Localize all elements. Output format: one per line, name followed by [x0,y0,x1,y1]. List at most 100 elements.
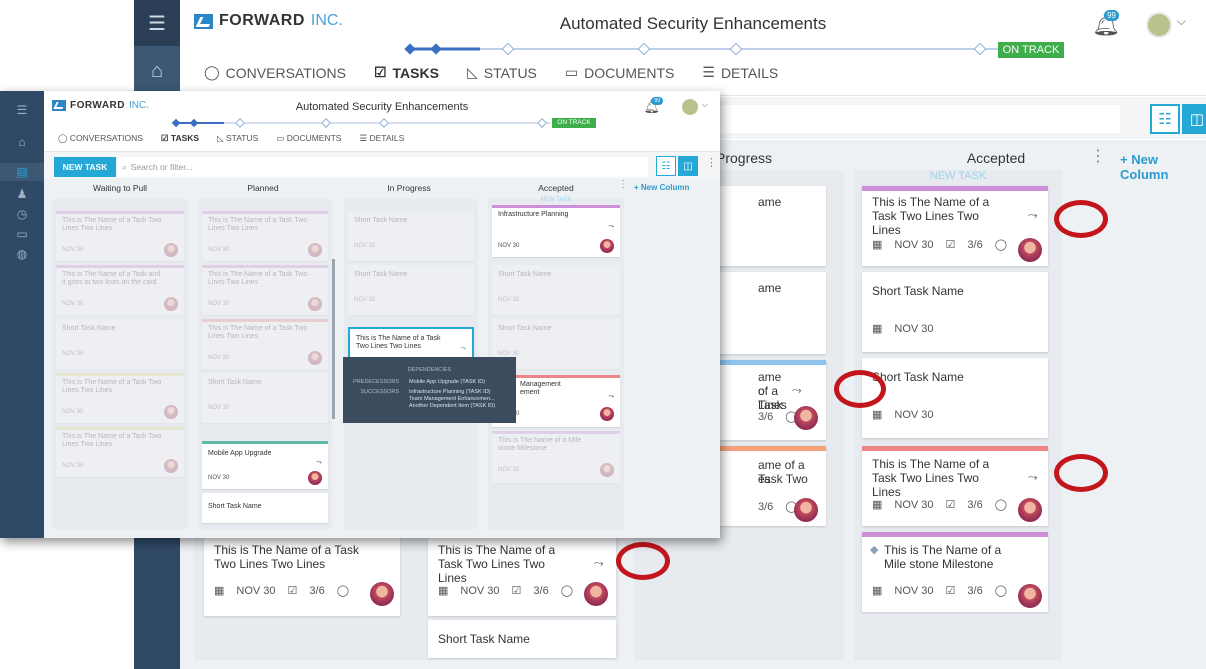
new-column-button[interactable]: + New Column [634,183,689,192]
dependency-icon[interactable]: ⤳ [608,393,614,401]
assignee-avatar[interactable] [308,471,322,485]
dependency-icon[interactable]: ⤳ [460,345,466,353]
more-options-icon[interactable]: ⋮ [706,156,717,169]
assignee-avatar[interactable] [370,582,394,606]
calendar-icon: ▦ [872,239,883,251]
home-icon[interactable]: ⌂ [0,135,44,149]
assignee-avatar[interactable] [794,406,818,430]
comment-icon[interactable]: ◯ [337,584,349,597]
assignee-avatar[interactable] [600,407,614,421]
task-card[interactable]: This is The Name of a Task Two Lines Two… [56,211,184,261]
project-timeline [171,118,550,128]
tab-documents[interactable]: ▭ DOCUMENTS [276,133,341,144]
new-column-button[interactable]: + New Column [1120,152,1206,182]
tab-details[interactable]: ☰ DETAILS [359,133,404,144]
dependency-icon[interactable]: ⤳ [608,223,614,231]
task-card[interactable]: Short Task Name ▦ NOV 30 [862,358,1048,438]
comment-icon[interactable]: ◯ [561,584,573,597]
list-view-button[interactable]: ☷ [656,156,676,176]
tab-details[interactable]: ☰ DETAILS [702,64,778,81]
tab-status[interactable]: ◺ STATUS [217,133,258,144]
bell-icon[interactable]: 🔔︎ 99 [643,97,664,115]
task-card[interactable]: Short Task Name [428,620,616,658]
new-task-drop-label[interactable]: NEW TASK [854,170,1062,182]
comment-icon[interactable]: ◯ [995,584,1007,597]
milestone-card[interactable]: This is The Name of a Mile stone Milesto… [492,431,620,483]
clock-icon[interactable]: ◷ [0,207,44,221]
user-avatar[interactable] [682,99,698,115]
column-options-icon[interactable]: ⋮ [618,179,628,190]
tab-conversations[interactable]: ◯ CONVERSATIONS [58,133,143,144]
assignee-avatar[interactable] [164,243,178,257]
assignee-avatar[interactable] [1018,584,1042,608]
comment-icon[interactable]: ◯ [995,498,1007,511]
assignee-avatar[interactable] [164,405,178,419]
bell-icon[interactable]: 🔔︎ 99 [1092,10,1120,38]
people-icon[interactable]: ♟ [0,187,44,201]
task-card[interactable]: Mobile App Upgrade ⤳ NOV 30 [202,441,328,489]
assignee-avatar[interactable] [164,459,178,473]
checklist-icon: ☑ [945,499,956,511]
assignee-avatar[interactable] [1018,498,1042,522]
inbox-icon[interactable]: ▭ [0,227,44,241]
assignee-avatar[interactable] [1018,238,1042,262]
board-view-button[interactable]: ◫ [1182,104,1206,134]
task-card[interactable]: This is The Name of a Task Two Lines Two… [202,319,328,369]
search-input-partial[interactable] [710,105,1120,133]
task-card[interactable]: This is The Name of a Task Two Lines Two… [56,427,184,477]
column-title-accepted: Accepted [966,150,1026,166]
hamburger-menu-icon[interactable]: ☰ [0,103,44,117]
task-card[interactable]: This is The Name of a Task Two Lines Two… [204,532,400,616]
task-card[interactable]: This is The Name of a Task Two Lines Two… [202,211,328,261]
task-card[interactable]: This is The Name of a Task Two Lines Two… [862,446,1048,526]
globe-icon[interactable]: ◍ [0,247,44,261]
assignee-avatar[interactable] [584,582,608,606]
new-task-drop-label[interactable]: NEW TASK [488,197,624,203]
task-card[interactable]: Short Task Name NOV 30 [348,211,474,261]
dashboard-icon[interactable]: ▤ [0,163,44,181]
assignee-avatar[interactable] [164,297,178,311]
task-card[interactable]: Short Task Name ▦ NOV 30 [862,272,1048,352]
task-card[interactable]: This is The Name of a Task Two Lines Two… [202,265,328,315]
comment-icon[interactable]: ◯ [995,238,1007,251]
task-card[interactable]: This is The Name of a Task Two Lines Two… [862,186,1048,266]
column-options-icon[interactable]: ⋮ [1090,146,1106,166]
dependency-icon[interactable]: ⤳ [1028,470,1038,485]
new-task-button[interactable]: NEW TASK [54,157,116,177]
user-avatar[interactable] [1146,12,1172,38]
assignee-avatar[interactable] [600,239,614,253]
tab-tasks[interactable]: ☑ TASKS [161,133,199,144]
milestone-card[interactable]: This is The Name of a Mile stone Milesto… [862,532,1048,612]
chevron-down-icon[interactable]: ⌵ [1177,14,1186,29]
scrollbar[interactable] [332,259,335,419]
hamburger-menu-icon[interactable]: ☰ [134,0,180,46]
assignee-avatar[interactable] [308,297,322,311]
task-card[interactable]: This is The Name of a Task Two Lines Two… [428,532,616,616]
task-card[interactable]: Short Task Name NOV 30 [348,265,474,315]
chevron-down-icon[interactable]: ⌵ [702,100,708,110]
search-input[interactable]: ⌕ Search or filter... [118,157,648,177]
dependency-icon[interactable]: ⤳ [792,383,802,398]
home-icon[interactable]: ⌂ [134,46,180,96]
assignee-avatar[interactable] [308,351,322,365]
assignee-avatar[interactable] [600,463,614,477]
assignee-avatar[interactable] [308,243,322,257]
task-card[interactable]: Short Task Name NOV 30 [202,373,328,423]
tab-documents[interactable]: ▭ DOCUMENTS [565,64,674,81]
calendar-icon: ▦ [438,585,449,597]
list-view-button[interactable]: ☷ [1150,104,1180,134]
task-card[interactable]: Infrastructure Planning ⤳ NOV 30 [492,205,620,257]
task-card[interactable]: Short Task Name [202,493,328,523]
tab-tasks[interactable]: ☑ TASKS [374,64,439,81]
assignee-avatar[interactable] [794,498,818,522]
board-view-button[interactable]: ◫ [678,156,698,176]
task-card[interactable]: Short Task Name NOV 30 [56,319,184,369]
task-card[interactable]: This is The Name of a Task and it goes t… [56,265,184,315]
dependency-icon[interactable]: ⤳ [594,556,604,571]
task-card[interactable]: Short Task Name NOV 30 [492,265,620,315]
task-card[interactable]: This is The Name of a Task Two Lines Two… [56,373,184,423]
dependency-icon[interactable]: ⤳ [316,459,322,467]
tab-status[interactable]: ◺ STATUS [467,64,537,81]
tab-conversations[interactable]: ◯ CONVERSATIONS [204,64,346,81]
dependency-icon[interactable]: ⤳ [1028,208,1038,223]
